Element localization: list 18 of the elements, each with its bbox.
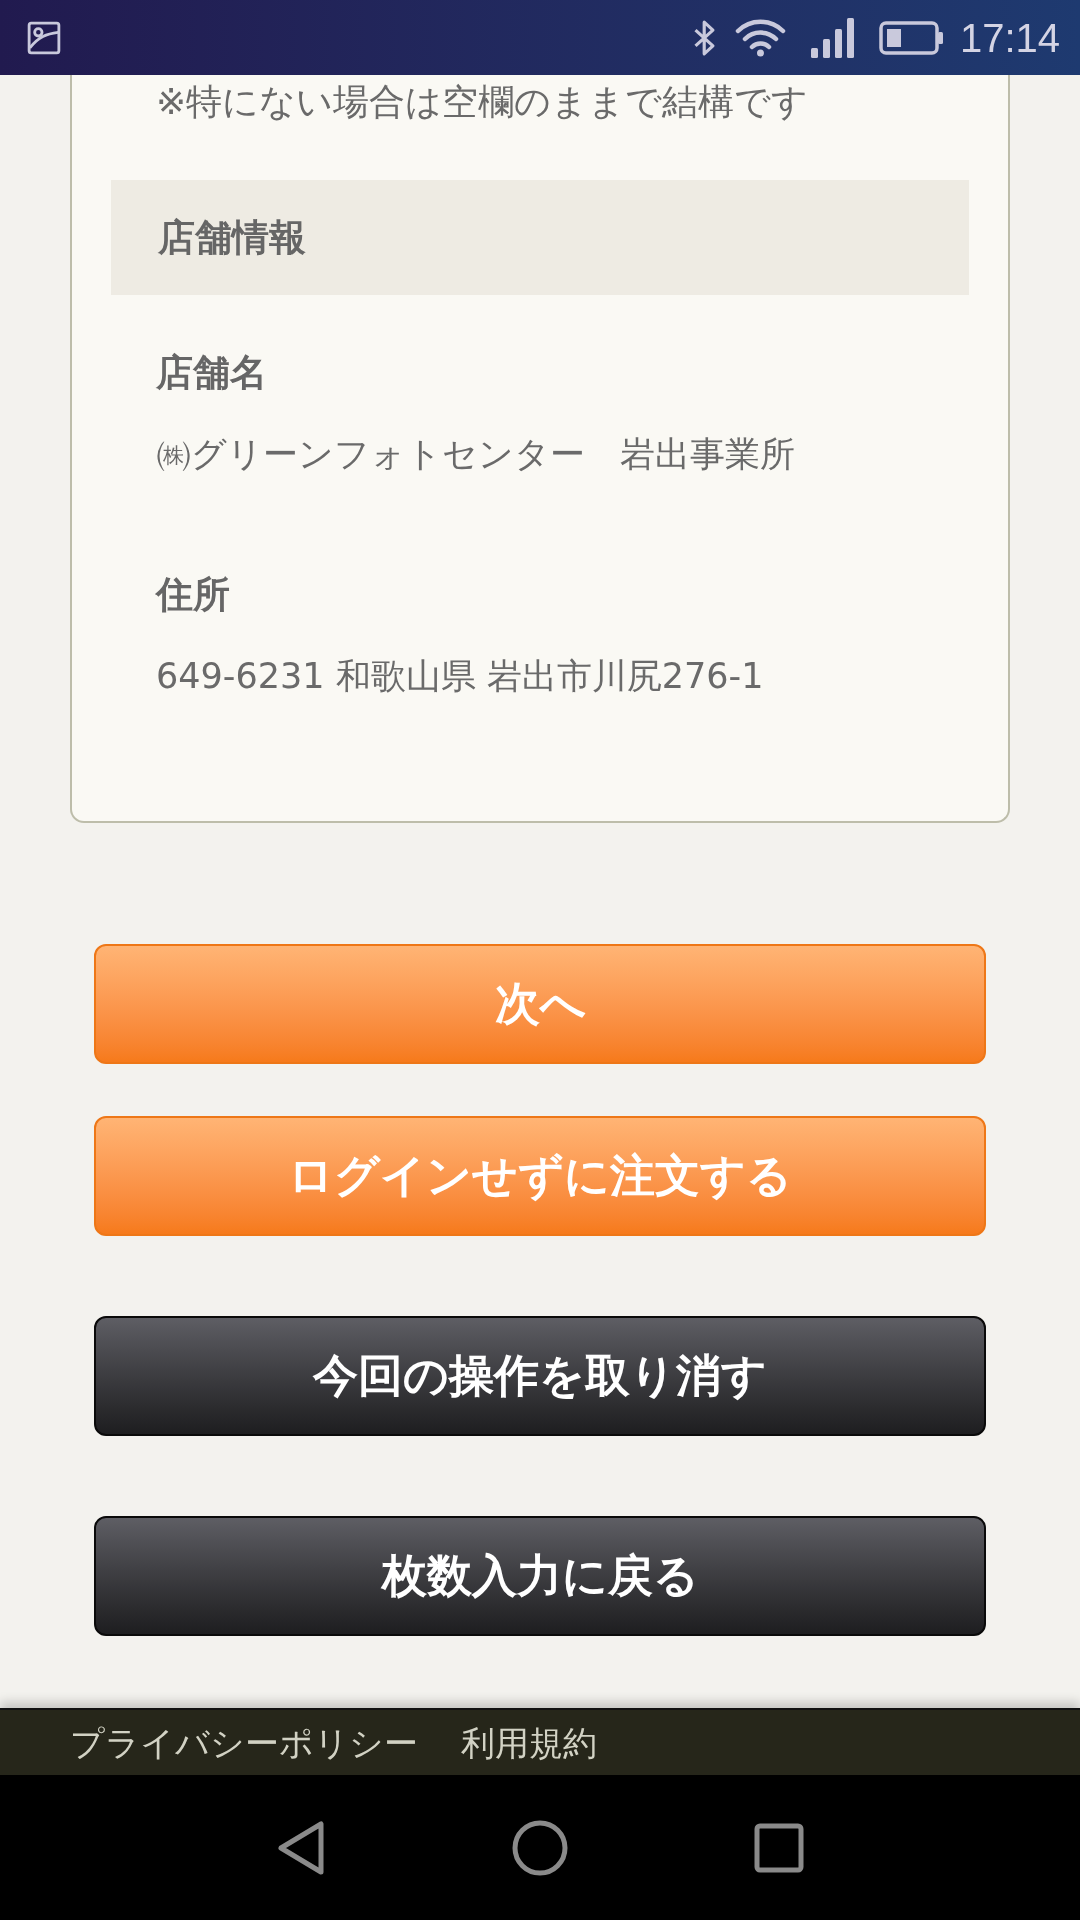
- gallery-icon: [27, 20, 61, 55]
- field-label: 店舗名: [156, 350, 268, 396]
- field-value: ㈱グリーンフォトセンター 岩出事業所: [156, 433, 796, 476]
- note-text: ※特にない場合は空欄のままで結構です: [155, 80, 810, 124]
- wifi-icon: [733, 17, 787, 58]
- signal-icon: [810, 17, 856, 58]
- footer-link[interactable]: プライバシーポリシー: [70, 1721, 418, 1764]
- field-value: 649-6231 和歌山県 岩出市川尻276-1: [156, 655, 765, 698]
- action-button[interactable]: 今回の操作を取り消す: [94, 1316, 986, 1436]
- back-icon[interactable]: [276, 1819, 326, 1876]
- home-icon[interactable]: [512, 1819, 568, 1876]
- action-button[interactable]: 枚数入力に戻る: [94, 1516, 986, 1636]
- status-time: 17:14: [959, 17, 1060, 58]
- battery-icon: [878, 20, 943, 55]
- section-header: 店舗情報: [111, 180, 969, 295]
- recent-apps-icon[interactable]: [754, 1822, 804, 1873]
- footer-link[interactable]: 利用規約: [461, 1721, 597, 1764]
- field-label: 住所: [156, 572, 231, 618]
